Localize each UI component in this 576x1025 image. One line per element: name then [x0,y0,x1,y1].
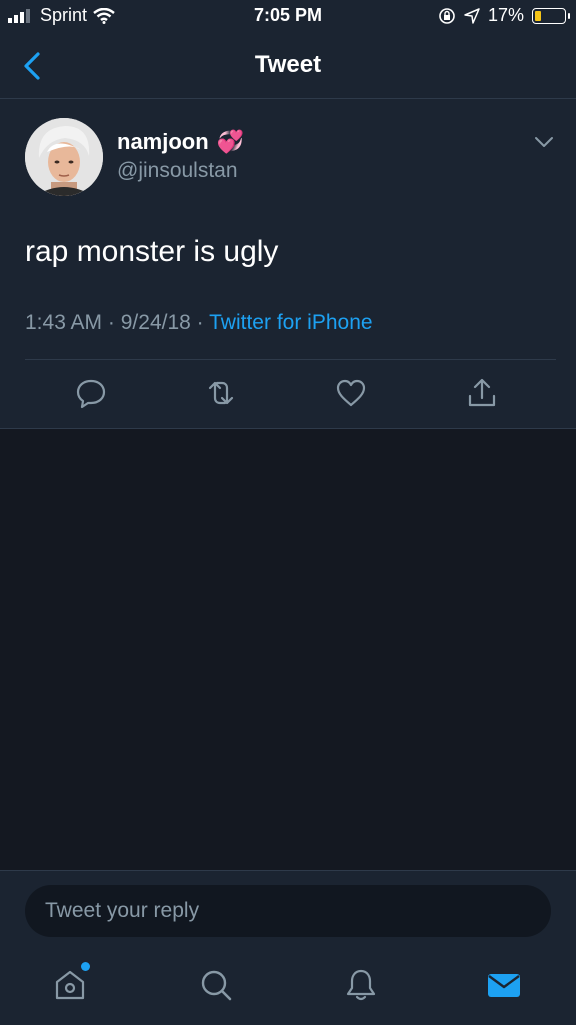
tweet-meta: 1:43 AM · 9/24/18 · Twitter for iPhone [25,311,373,335]
avatar[interactable] [25,118,103,196]
tab-messages[interactable] [486,967,522,1003]
notification-dot [81,962,90,971]
tab-notifications[interactable] [343,967,379,1003]
status-bar: Sprint 7:05 PM 17% [0,0,576,34]
tweet-source-link[interactable]: Twitter for iPhone [209,311,372,334]
notifications-icon [346,969,376,1001]
retweet-icon[interactable] [204,376,238,410]
tweet-date: 9/24/18 [120,311,191,334]
orientation-lock-icon [439,7,455,24]
battery-icon [532,7,570,24]
nav-bar: Tweet [0,34,576,99]
tweet-card: namjoon 💞 @jinsoulstan rap monster is ug… [0,99,576,429]
tab-home[interactable] [52,962,90,1003]
messages-icon [488,974,520,997]
author-name: namjoon [117,129,209,154]
location-icon [464,7,480,24]
bottom-area: Tweet your reply [0,870,576,1025]
tweet-time: 1:43 AM [25,311,103,334]
meta-separator: · [196,311,204,334]
reply-input[interactable]: Tweet your reply [25,885,551,937]
name-emoji: 💞 [216,129,245,154]
divider [25,359,556,360]
avatar-image [25,118,103,196]
author-name-row[interactable]: namjoon 💞 [117,129,244,155]
tweet-text: rap monster is ugly [25,235,279,268]
tab-search[interactable] [198,967,234,1003]
status-right: 17% [438,5,570,26]
tweet-actions [0,374,576,418]
meta-separator: · [107,311,115,334]
reply-icon[interactable] [74,376,108,410]
like-icon[interactable] [334,376,368,410]
chevron-down-icon[interactable] [534,135,554,149]
page-title: Tweet [254,51,322,78]
share-icon[interactable] [465,376,499,410]
search-icon [201,970,232,1001]
home-icon [55,970,85,1000]
battery-percent: 17% [487,5,524,25]
author-handle[interactable]: @jinsoulstan [117,159,238,183]
